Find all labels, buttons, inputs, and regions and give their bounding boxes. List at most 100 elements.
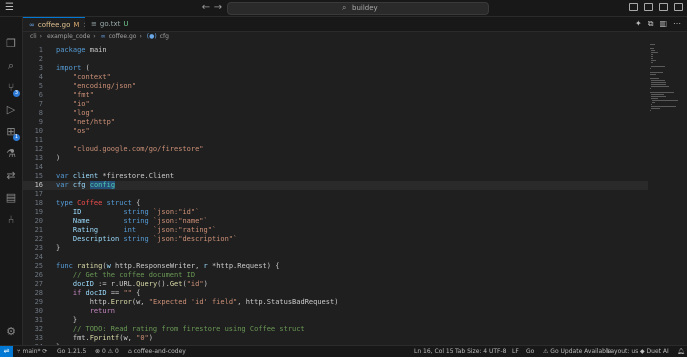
code-line[interactable]: 28 if docID == "" { <box>23 289 648 298</box>
code-text[interactable]: docID := r.URL.Query().Get("id") <box>56 280 208 289</box>
code-line[interactable]: 15var client *firestore.Client <box>23 172 648 181</box>
code-line[interactable]: 8 "log" <box>23 109 648 118</box>
code-line[interactable]: 22 Description string `json:"description… <box>23 235 648 244</box>
code-text[interactable]: "context" <box>56 73 111 82</box>
code-line[interactable]: 24 <box>23 253 648 262</box>
split-editor-icon[interactable]: ▥ <box>659 19 667 29</box>
code-line[interactable]: 16var cfg config <box>23 181 648 190</box>
code-line[interactable]: 2 <box>23 55 648 64</box>
code-line[interactable]: 13) <box>23 154 648 163</box>
code-text[interactable]: "os" <box>56 127 90 136</box>
code-line[interactable]: 29 http.Error(w, "Expected 'id' field", … <box>23 298 648 307</box>
code-line[interactable]: 12 "cloud.google.com/go/firestore" <box>23 145 648 154</box>
tab-size[interactable]: Tab Size: 4 <box>455 346 487 357</box>
code-editor[interactable]: 1package main23import (4 "context"5 "enc… <box>23 42 648 345</box>
explorer-icon[interactable]: ❐ <box>4 37 18 51</box>
code-line[interactable]: 5 "encoding/json" <box>23 82 648 91</box>
code-text[interactable]: return <box>56 307 115 316</box>
code-text[interactable]: import ( <box>56 64 90 73</box>
code-text[interactable]: // TODO: Read rating from firestore usin… <box>56 325 305 334</box>
code-line[interactable]: 25func rating(w http.ResponseWriter, r *… <box>23 262 648 271</box>
code-line[interactable]: 10 "os" <box>23 127 648 136</box>
code-text[interactable]: type Coffee struct { <box>56 199 140 208</box>
duet-ai-sparkle-icon[interactable]: ✦ <box>635 19 642 29</box>
keyboard-layout[interactable]: Layout: us <box>607 346 638 357</box>
code-text[interactable]: var client *firestore.Client <box>56 172 174 181</box>
code-text[interactable]: } <box>56 316 77 325</box>
code-text[interactable]: ) <box>56 154 60 163</box>
code-text[interactable]: } <box>56 244 60 253</box>
language-mode[interactable]: Go <box>526 346 534 357</box>
code-line[interactable]: 23} <box>23 244 648 253</box>
back-arrow-icon[interactable]: ← <box>200 2 212 13</box>
code-line[interactable]: 21 Rating int `json:"rating"` <box>23 226 648 235</box>
remote-explorer-icon[interactable]: ⇄ <box>4 169 18 183</box>
code-text[interactable]: Rating int `json:"rating"` <box>56 226 216 235</box>
breadcrumb-item[interactable]: cfg <box>160 33 169 40</box>
code-text[interactable]: "cloud.google.com/go/firestore" <box>56 145 204 154</box>
code-line[interactable]: 30 return <box>23 307 648 316</box>
code-text[interactable]: http.Error(w, "Expected 'id' field", htt… <box>56 298 338 307</box>
source-control-icon[interactable]: ⑂3 <box>4 81 18 95</box>
testing-icon[interactable]: ⚗ <box>4 147 18 161</box>
go-update-indicator[interactable]: ⚠ Go Update Available <box>543 346 611 357</box>
code-text[interactable]: if docID == "" { <box>56 289 140 298</box>
minimap[interactable] <box>648 42 678 345</box>
code-text[interactable]: "io" <box>56 100 90 109</box>
breadcrumb-item[interactable]: coffee.go <box>109 33 137 40</box>
breadcrumb-item[interactable]: cli <box>30 33 37 40</box>
run-debug-icon[interactable]: ▷ <box>4 103 18 117</box>
code-text[interactable]: package main <box>56 46 107 55</box>
cursor-position[interactable]: Ln 16, Col 15 <box>414 346 454 357</box>
code-text[interactable]: Description string `json:"description"` <box>56 235 237 244</box>
go-version[interactable]: Go 1.21.5 <box>57 346 86 357</box>
tab-coffee-go[interactable]: ∞coffee.goM× <box>23 17 85 31</box>
breadcrumb-item[interactable]: example_code <box>47 33 90 40</box>
notifications-bell-icon[interactable]: 🔔︎ <box>677 346 685 357</box>
toggle-panel-icon[interactable] <box>644 3 653 11</box>
duet-ai-indicator[interactable]: ◆ Duet AI <box>640 346 669 357</box>
menu-icon[interactable]: ☰ <box>5 3 15 13</box>
toggle-primary-sidebar-icon[interactable] <box>629 3 638 11</box>
encoding[interactable]: UTF-8 <box>489 346 507 357</box>
code-line[interactable]: 6 "fmt" <box>23 91 648 100</box>
code-text[interactable]: fmt.Fprintf(w, "0") <box>56 334 153 343</box>
code-line[interactable]: 14 <box>23 163 648 172</box>
code-line[interactable]: 27 docID := r.URL.Query().Get("id") <box>23 280 648 289</box>
extensions-icon[interactable]: ⊞1 <box>4 125 18 139</box>
code-text[interactable]: // Get the coffee document ID <box>56 271 195 280</box>
code-line[interactable]: 32 // TODO: Read rating from firestore u… <box>23 325 648 334</box>
cloud-code-icon[interactable]: ▤ <box>4 191 18 205</box>
code-text[interactable]: "log" <box>56 109 94 118</box>
code-text[interactable]: Name string `json:"name"` <box>56 217 208 226</box>
search-view-icon[interactable]: ⌕ <box>4 59 18 73</box>
customize-layout-icon[interactable] <box>674 3 683 11</box>
workspace-indicator[interactable]: ⌂ coffee-and-codey <box>128 346 186 357</box>
git-graph-icon[interactable]: ⑃ <box>4 213 18 227</box>
forward-arrow-icon[interactable]: → <box>212 2 224 13</box>
branch-indicator[interactable]: ⑂ main* ⟳ <box>17 346 47 357</box>
code-text[interactable]: func rating(w http.ResponseWriter, r *ht… <box>56 262 279 271</box>
code-line[interactable]: 33 fmt.Fprintf(w, "0") <box>23 334 648 343</box>
code-line[interactable]: 20 Name string `json:"name"` <box>23 217 648 226</box>
command-center-search[interactable]: ⌕ buildey <box>227 2 489 15</box>
code-line[interactable]: 9 "net/http" <box>23 118 648 127</box>
code-text[interactable]: ID string `json:"id"` <box>56 208 199 217</box>
code-line[interactable]: 26 // Get the coffee document ID <box>23 271 648 280</box>
code-text[interactable]: var cfg config <box>56 181 115 190</box>
editor-scrollbar[interactable] <box>680 42 686 345</box>
code-line[interactable]: 7 "io" <box>23 100 648 109</box>
code-line[interactable]: 11 <box>23 136 648 145</box>
code-line[interactable]: 4 "context" <box>23 73 648 82</box>
code-text[interactable]: "net/http" <box>56 118 115 127</box>
code-line[interactable]: 1package main <box>23 46 648 55</box>
tab-go-txt[interactable]: ≡go.txtU <box>85 17 137 31</box>
more-actions-icon[interactable]: ⋯ <box>673 19 681 29</box>
settings-gear-icon[interactable]: ⚙ <box>4 325 18 339</box>
line-ending[interactable]: LF <box>512 346 519 357</box>
code-text[interactable]: "fmt" <box>56 91 94 100</box>
toggle-secondary-sidebar-icon[interactable] <box>659 3 668 11</box>
problems-indicator[interactable]: ⊗ 0 ⚠ 0 <box>95 346 119 357</box>
code-line[interactable]: 3import ( <box>23 64 648 73</box>
code-line[interactable]: 19 ID string `json:"id"` <box>23 208 648 217</box>
